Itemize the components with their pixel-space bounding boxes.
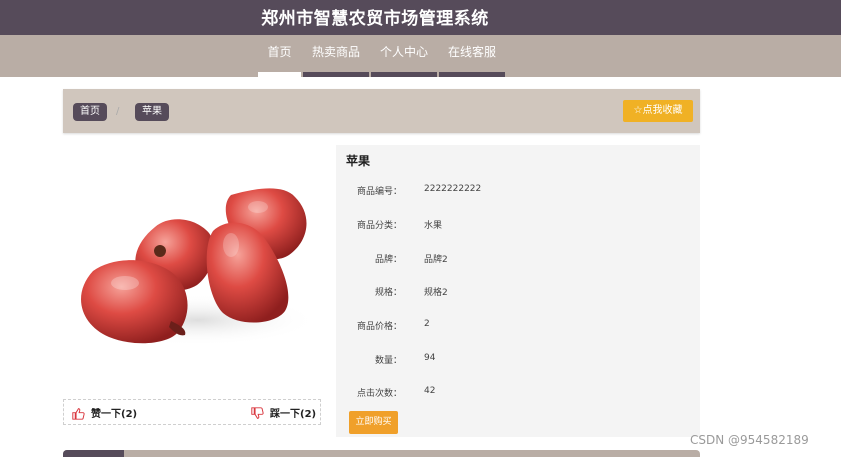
favorite-button[interactable]: ☆点我收藏: [623, 100, 693, 122]
nav-indicator: [371, 72, 437, 77]
product-brand-label: 品牌：: [374, 255, 402, 265]
breadcrumb-current: 苹果: [135, 103, 169, 121]
nav-item-label: 首页: [267, 45, 292, 59]
product-clicks-label: 点击次数：: [356, 389, 402, 399]
nav-item-hot-products[interactable]: 热卖商品: [303, 35, 369, 77]
breadcrumb-home[interactable]: 首页: [73, 103, 107, 121]
product-image: [63, 145, 321, 395]
like-bar: 赞一下(2) 踩一下(2): [63, 399, 321, 425]
nav-item-online-service[interactable]: 在线客服: [439, 35, 505, 77]
nav-item-label: 在线客服: [447, 45, 496, 59]
site-header: 郑州市智慧农贸市场管理系统: [0, 0, 841, 35]
product-price-value: 2: [424, 319, 430, 329]
tabs-bar: [63, 450, 700, 457]
thumbs-down-icon: [251, 407, 264, 419]
product-price-label: 商品价格：: [356, 322, 402, 332]
dislike-button[interactable]: 踩一下(2): [251, 405, 316, 420]
tab-active[interactable]: [63, 450, 124, 457]
nav-active-indicator: [258, 72, 301, 77]
product-info-panel: 苹果 商品编号： 2222222222 商品分类： 水果 品牌： 品牌2 规格：…: [336, 145, 700, 437]
thumbs-up-icon: [72, 408, 85, 420]
watermark: CSDN @954582189: [690, 433, 809, 447]
like-button[interactable]: 赞一下(2): [72, 405, 137, 420]
product-id-value: 2222222222: [424, 184, 482, 194]
main-nav: 首页 热卖商品 个人中心 在线客服: [0, 35, 841, 77]
product-clicks-value: 42: [424, 386, 436, 396]
nav-item-label: 热卖商品: [311, 45, 360, 59]
product-quantity-label: 数量：: [374, 356, 402, 366]
breadcrumb: 首页 / 苹果 ☆点我收藏: [63, 89, 700, 133]
buy-now-button[interactable]: 立即购买: [349, 411, 398, 434]
nav-item-personal-center[interactable]: 个人中心: [371, 35, 437, 77]
breadcrumb-separator: /: [116, 106, 120, 117]
nav-indicator: [303, 72, 369, 77]
nav-indicator: [439, 72, 505, 77]
product-name: 苹果: [346, 154, 371, 168]
product-quantity-value: 94: [424, 353, 436, 363]
product-spec-label: 规格：: [374, 288, 402, 298]
product-spec-value: 规格2: [424, 288, 448, 298]
product-category-label: 商品分类：: [356, 221, 402, 231]
nav-item-home[interactable]: 首页: [258, 35, 301, 77]
product-brand-value: 品牌2: [424, 255, 448, 265]
product-category-value: 水果: [424, 221, 443, 231]
nav-item-label: 个人中心: [379, 45, 428, 59]
like-count-label: 赞一下(2): [91, 409, 138, 420]
product-id-label: 商品编号：: [356, 187, 402, 197]
dislike-count-label: 踩一下(2): [270, 409, 317, 420]
site-title: 郑州市智慧农贸市场管理系统: [261, 9, 489, 29]
